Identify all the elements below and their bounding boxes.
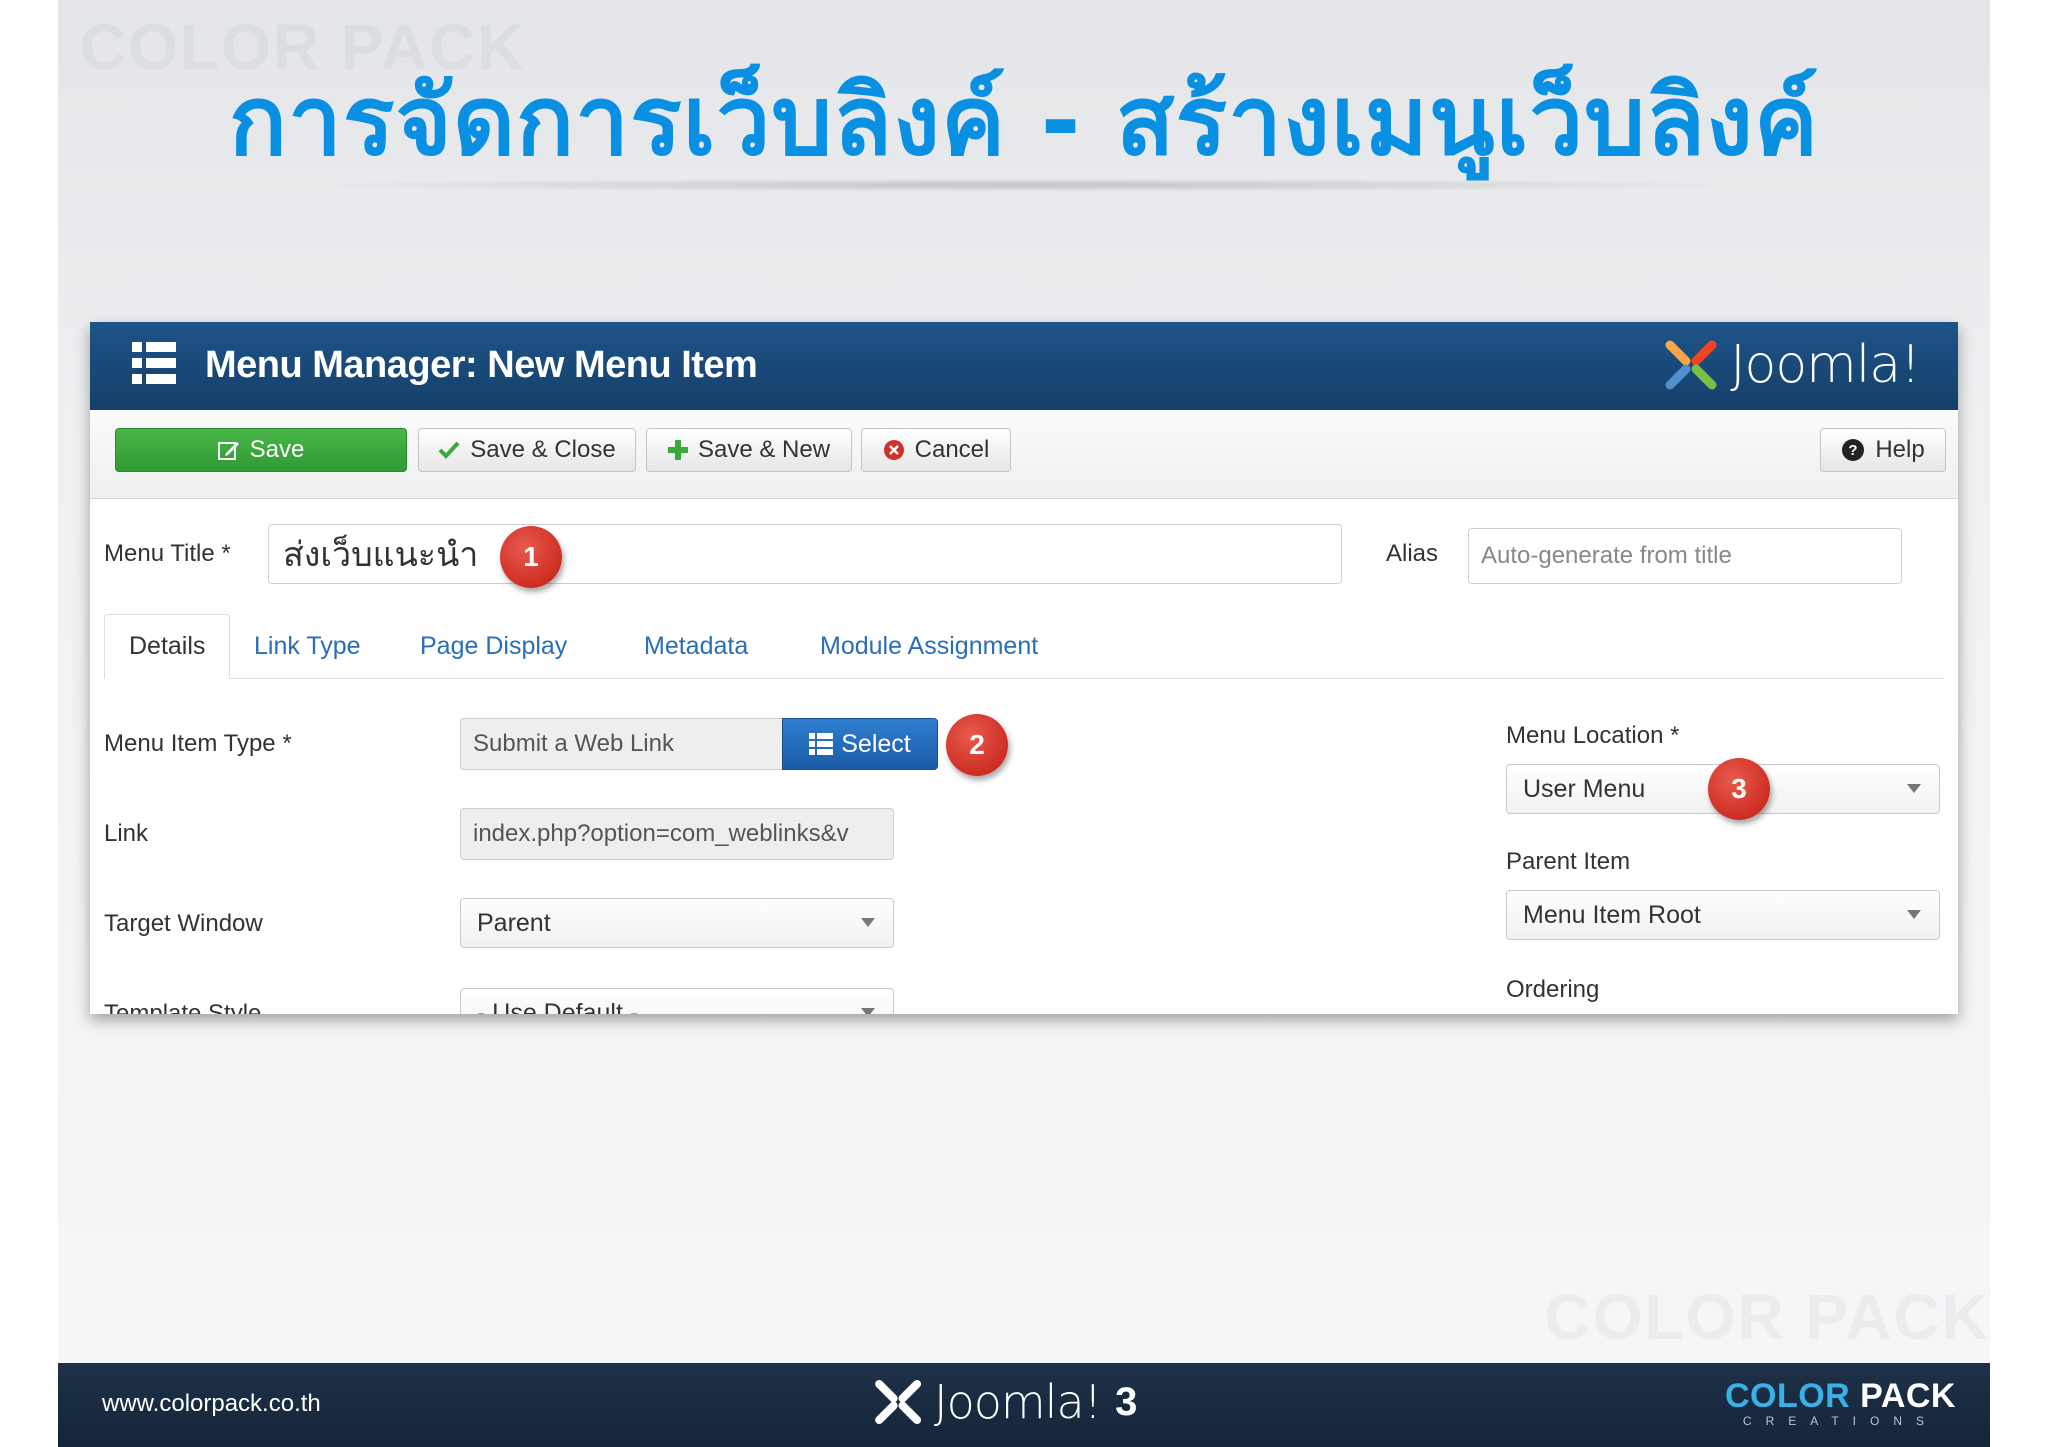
tab-details[interactable]: Details (104, 614, 231, 679)
step-badge-2: 2 (946, 714, 1008, 776)
link-value: index.php?option=com_weblinks&v (473, 820, 849, 847)
cancel-label: Cancel (914, 436, 990, 463)
target-window-select[interactable]: Parent (460, 898, 894, 948)
colorpack-color-word: COLOR (1724, 1377, 1851, 1415)
joomla-mark-icon (875, 1379, 922, 1425)
footer-joomla-version: 3 (1115, 1379, 1138, 1424)
select-label: Select (841, 729, 911, 758)
ordering-label: Ordering (1506, 976, 1600, 1003)
parent-item-value: Menu Item Root (1523, 900, 1701, 929)
chevron-down-icon (1907, 784, 1921, 793)
slide-title: การจัดการเว็บลิงค์ - สร้างเมนูเว็บลิงค์ (228, 65, 1820, 177)
alias-input[interactable]: Auto-generate from title (1468, 528, 1902, 584)
menu-location-value: User Menu (1523, 774, 1646, 803)
template-style-value: - Use Default - (477, 998, 639, 1015)
watermark-bottom: COLOR PACK (1544, 1281, 1990, 1353)
toolbar: Save Save & Close Save & New Cancel ? He… (90, 410, 1958, 499)
chevron-down-icon (861, 1008, 875, 1014)
edit-icon (217, 442, 239, 460)
help-label: Help (1875, 436, 1925, 463)
colorpack-subtitle: CREATIONS (1742, 1414, 1939, 1428)
joomla-screenshot: Menu Manager: New Menu Item Joomla! Save (90, 322, 1958, 1014)
chevron-down-icon (861, 918, 875, 927)
list-menu-icon (132, 342, 176, 384)
chevron-down-icon (1907, 910, 1921, 919)
template-style-label: Template Style (104, 1000, 262, 1014)
target-window-label: Target Window (104, 910, 263, 937)
list-icon (809, 733, 834, 755)
slide: COLOR PACK COLOR PACK การจัดการเว็บลิงค์… (58, 0, 1990, 1447)
page-title: Menu Manager: New Menu Item (205, 344, 758, 386)
menu-item-type-field: Submit a Web Link (460, 718, 784, 770)
menu-title-label: Menu Title * (104, 540, 231, 567)
select-button[interactable]: Select (782, 718, 938, 770)
save-new-label: Save & New (697, 436, 831, 463)
step-badge-1: 1 (500, 526, 562, 588)
svg-text:?: ? (1849, 442, 1858, 459)
parent-item-select[interactable]: Menu Item Root (1506, 890, 1940, 940)
plus-icon (667, 440, 688, 460)
parent-item-label: Parent Item (1506, 848, 1631, 875)
colorpack-wordmark: COLOR PACK (1725, 1377, 1956, 1416)
alias-label: Alias (1386, 540, 1439, 567)
save-close-label: Save & Close (470, 436, 616, 463)
tab-link-type[interactable]: Link Type (254, 614, 361, 678)
question-icon: ? (1842, 439, 1865, 461)
tab-metadata[interactable]: Metadata (644, 614, 748, 678)
cancel-button[interactable]: Cancel (861, 428, 1011, 472)
footer-url: www.colorpack.co.th (102, 1390, 321, 1417)
footer-joomla-logo: Joomla! 3 (872, 1375, 1137, 1429)
alias-placeholder: Auto-generate from title (1481, 542, 1732, 569)
link-label: Link (104, 820, 149, 847)
menu-location-label: Menu Location * (1506, 722, 1680, 749)
joomla-logo-text: Joomla! (1730, 335, 1921, 395)
menu-item-type-label: Menu Item Type * (104, 730, 292, 757)
colorpack-logo: COLOR PACK CREATIONS (1725, 1377, 1956, 1428)
save-button[interactable]: Save (115, 428, 407, 472)
template-style-select[interactable]: - Use Default - (460, 988, 894, 1014)
cancel-icon (883, 440, 904, 460)
tab-bar: Details Link Type Page Display Metadata … (104, 614, 1944, 679)
tab-module-assignment[interactable]: Module Assignment (820, 614, 1038, 678)
slide-footer: www.colorpack.co.th Joomla! 3 COLOR PACK… (58, 1363, 1990, 1447)
joomla-logo: Joomla! (1662, 332, 1921, 398)
footer-joomla-text: Joomla! (934, 1375, 1102, 1429)
save-label: Save (249, 436, 305, 463)
admin-header: Menu Manager: New Menu Item Joomla! (90, 322, 1958, 410)
tab-page-display[interactable]: Page Display (420, 614, 567, 678)
step-badge-3: 3 (1708, 758, 1770, 820)
menu-item-type-value: Submit a Web Link (473, 730, 674, 757)
check-icon (438, 441, 460, 459)
target-window-value: Parent (477, 908, 551, 937)
joomla-mark-icon (1665, 340, 1717, 390)
menu-title-input[interactable]: ส่งเว็บแนะนำ (268, 524, 1342, 584)
save-new-button[interactable]: Save & New (646, 428, 852, 472)
help-button[interactable]: ? Help (1820, 428, 1946, 472)
save-close-button[interactable]: Save & Close (418, 428, 636, 472)
colorpack-pack-word: PACK (1860, 1377, 1956, 1415)
link-field[interactable]: index.php?option=com_weblinks&v (460, 808, 894, 860)
menu-title-value: ส่งเว็บแนะนำ (283, 535, 479, 575)
title-shadow (288, 178, 1758, 192)
